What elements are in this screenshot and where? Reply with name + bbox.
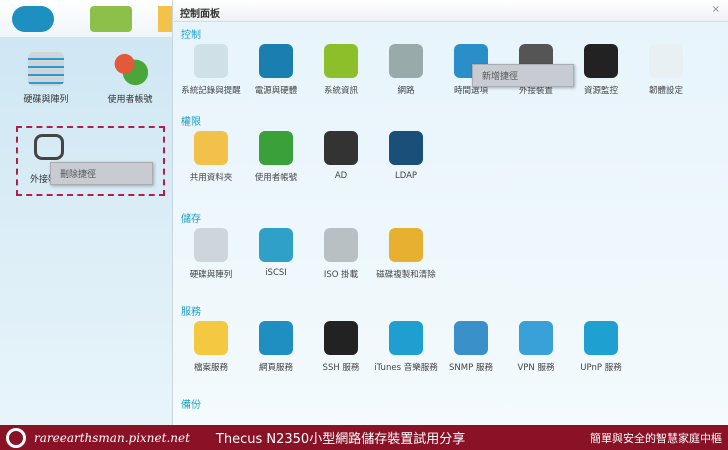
- control-item-icon: [389, 131, 423, 165]
- control-item[interactable]: SNMP 服務: [438, 321, 504, 373]
- control-item-label: 電源與硬體: [254, 86, 298, 96]
- cloud-icon[interactable]: [12, 6, 54, 32]
- control-item-icon: [259, 321, 293, 355]
- section-title: 服務: [181, 307, 201, 318]
- desktop: 硬碟與陣列 使用者帳號: [0, 38, 172, 425]
- control-item-icon: [389, 321, 423, 355]
- control-item[interactable]: 使用者帳號: [243, 131, 309, 183]
- control-item-icon: [324, 228, 358, 262]
- close-button[interactable]: ×: [712, 4, 720, 15]
- control-item[interactable]: 系統資訊: [308, 44, 374, 96]
- control-item-label: 硬碟與陣列: [189, 270, 233, 280]
- site-logo-icon: [6, 427, 26, 448]
- control-item[interactable]: 檔案服務: [178, 321, 244, 373]
- control-item-icon: [324, 131, 358, 165]
- control-item-label: 資源監控: [583, 86, 618, 96]
- control-item-icon: [324, 321, 358, 355]
- section-title: 儲存: [181, 214, 201, 225]
- control-item[interactable]: 電源與硬體: [243, 44, 309, 96]
- control-item-icon: [194, 228, 228, 262]
- control-item[interactable]: 磁碟複製和清除: [373, 228, 439, 280]
- control-item[interactable]: 資源監控: [568, 44, 634, 96]
- control-item[interactable]: 網路: [373, 44, 439, 96]
- control-item-label: 系統記錄與提醒: [181, 86, 241, 96]
- control-item-icon: [194, 131, 228, 165]
- control-item-icon: [584, 44, 618, 78]
- control-item[interactable]: AD: [308, 131, 374, 181]
- control-item-icon: [194, 44, 228, 78]
- control-item[interactable]: 網頁服務: [243, 321, 309, 373]
- control-item[interactable]: VPN 服務: [503, 321, 569, 373]
- control-item-label: AD: [334, 171, 348, 181]
- control-item-label: UPnP 服務: [580, 363, 622, 373]
- control-item[interactable]: 硬碟與陣列: [178, 228, 244, 280]
- selected-shortcut-box: 外接裝置: [16, 126, 165, 196]
- usb-cable-icon: [34, 134, 64, 160]
- control-item-label: VPN 服務: [517, 363, 555, 373]
- control-item[interactable]: 韌體設定: [633, 44, 699, 96]
- section-title: 權限: [181, 117, 201, 128]
- control-item-label: 使用者帳號: [254, 173, 298, 183]
- control-item-label: 網路: [397, 86, 415, 96]
- control-item-icon: [194, 321, 228, 355]
- control-item-label: 網頁服務: [258, 363, 293, 373]
- control-item-label: iTunes 音樂服務: [374, 363, 438, 373]
- context-menu-delete-shortcut[interactable]: 刪除捷徑: [50, 162, 153, 185]
- footer-slogan: 簡單與安全的智慧家庭中樞: [590, 431, 722, 445]
- control-item[interactable]: ISO 掛載: [308, 228, 374, 280]
- control-item-label: SSH 服務: [322, 363, 360, 373]
- control-item-label: LDAP: [394, 171, 418, 181]
- control-item-label: ISO 掛載: [323, 270, 359, 280]
- disk-array-icon: [28, 52, 64, 86]
- control-item-icon: [259, 44, 293, 78]
- control-item-icon: [259, 131, 293, 165]
- control-item-icon: [454, 321, 488, 355]
- footer-title: Thecus N2350小型網路儲存裝置試用分享: [215, 432, 466, 447]
- control-item-label: 磁碟複製和清除: [376, 270, 436, 280]
- control-item-label: 檔案服務: [193, 363, 228, 373]
- control-item[interactable]: iSCSI: [243, 228, 309, 278]
- context-menu-add-shortcut[interactable]: 新增捷徑: [472, 64, 574, 87]
- shortcut-label: 使用者帳號: [107, 95, 153, 105]
- desktop-shortcut-users[interactable]: 使用者帳號: [90, 52, 170, 105]
- control-item[interactable]: 系統記錄與提醒: [178, 44, 244, 96]
- desktop-shortcut-disk[interactable]: 硬碟與陣列: [6, 52, 86, 105]
- control-item[interactable]: iTunes 音樂服務: [373, 321, 439, 373]
- control-item-icon: [584, 321, 618, 355]
- control-item[interactable]: UPnP 服務: [568, 321, 634, 373]
- users-icon: [112, 52, 148, 86]
- control-item-icon: [649, 44, 683, 78]
- control-item-label: 系統資訊: [323, 86, 358, 96]
- control-item[interactable]: 共用資料夾: [178, 131, 244, 183]
- folder-icon[interactable]: [158, 6, 172, 32]
- app-box-icon[interactable]: [90, 6, 132, 32]
- control-item-label: 韌體設定: [648, 86, 683, 96]
- watermark-footer: rareearthsman.pixnet.net Thecus N2350小型網…: [0, 425, 728, 450]
- shortcut-label: 硬碟與陣列: [23, 95, 69, 105]
- control-item-label: SNMP 服務: [449, 363, 493, 373]
- control-item-icon: [324, 44, 358, 78]
- footer-site: rareearthsman.pixnet.net: [34, 430, 190, 445]
- control-item-label: 時間選項: [453, 86, 488, 96]
- control-item-icon: [259, 228, 293, 262]
- window-titlebar: 控制面板 ×: [173, 0, 728, 22]
- control-item-label: 外接裝置: [518, 86, 553, 96]
- control-item-icon: [389, 44, 423, 78]
- section-title: 備份: [181, 400, 201, 411]
- control-item-icon: [389, 228, 423, 262]
- window-title: 控制面板: [180, 9, 220, 20]
- control-item-icon: [519, 321, 553, 355]
- control-item[interactable]: SSH 服務: [308, 321, 374, 373]
- control-item-label: 共用資料夾: [189, 173, 233, 183]
- control-panel-window: 控制面板 × 控制系統記錄與提醒 電源與硬體 系統資訊 網路 時間選項 外接裝置 資源監控 韌…: [172, 0, 728, 425]
- control-item[interactable]: LDAP: [373, 131, 439, 181]
- section-title: 控制: [181, 30, 201, 41]
- control-item-label: iSCSI: [265, 268, 287, 278]
